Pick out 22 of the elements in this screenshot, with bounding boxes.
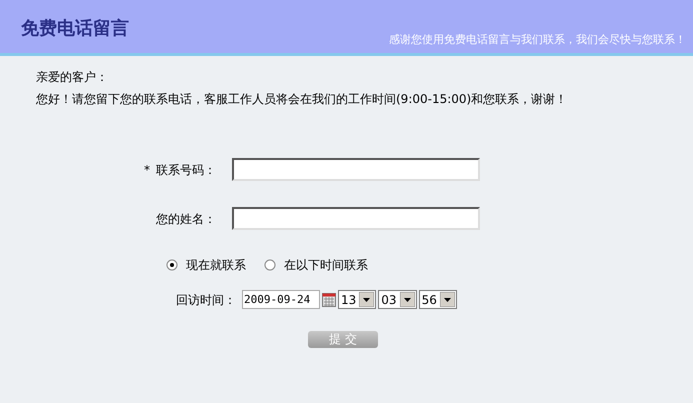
dropdown-arrow-icon xyxy=(359,292,374,307)
date-field[interactable]: 2009-09-24 xyxy=(242,290,320,309)
input-field[interactable] xyxy=(232,207,480,230)
radio-label: 现在就联系 xyxy=(186,257,246,274)
field-label: 您的姓名： xyxy=(156,210,216,228)
hour-select[interactable]: 13 xyxy=(338,290,376,309)
calendar-icon[interactable] xyxy=(322,292,336,306)
second-select[interactable]: 56 xyxy=(418,290,457,309)
dropdown-arrow-icon xyxy=(440,292,455,307)
dropdown-arrow-icon xyxy=(400,292,415,307)
page-title: 免费电话留言 xyxy=(21,17,129,41)
radio-label: 在以下时间联系 xyxy=(284,257,368,274)
radio-button[interactable] xyxy=(166,259,178,271)
header-subtitle: 感谢您使用免费电话留言与我们联系，我们会尽快与您联系！ xyxy=(389,32,686,48)
required-mark: * xyxy=(144,162,150,178)
minute-select[interactable]: 03 xyxy=(378,290,417,309)
input-field[interactable] xyxy=(232,158,480,181)
greeting-text: 亲爱的客户： xyxy=(36,69,109,86)
intro-text: 您好！请您留下您的联系电话，客服工作人员将会在我们的工作时间(9:00-15:00)和您联系，谢谢！ xyxy=(36,91,568,108)
field-label: 联系号码： xyxy=(156,162,216,178)
radio-button[interactable] xyxy=(264,259,276,271)
callback-label: 回访时间： xyxy=(176,292,236,308)
